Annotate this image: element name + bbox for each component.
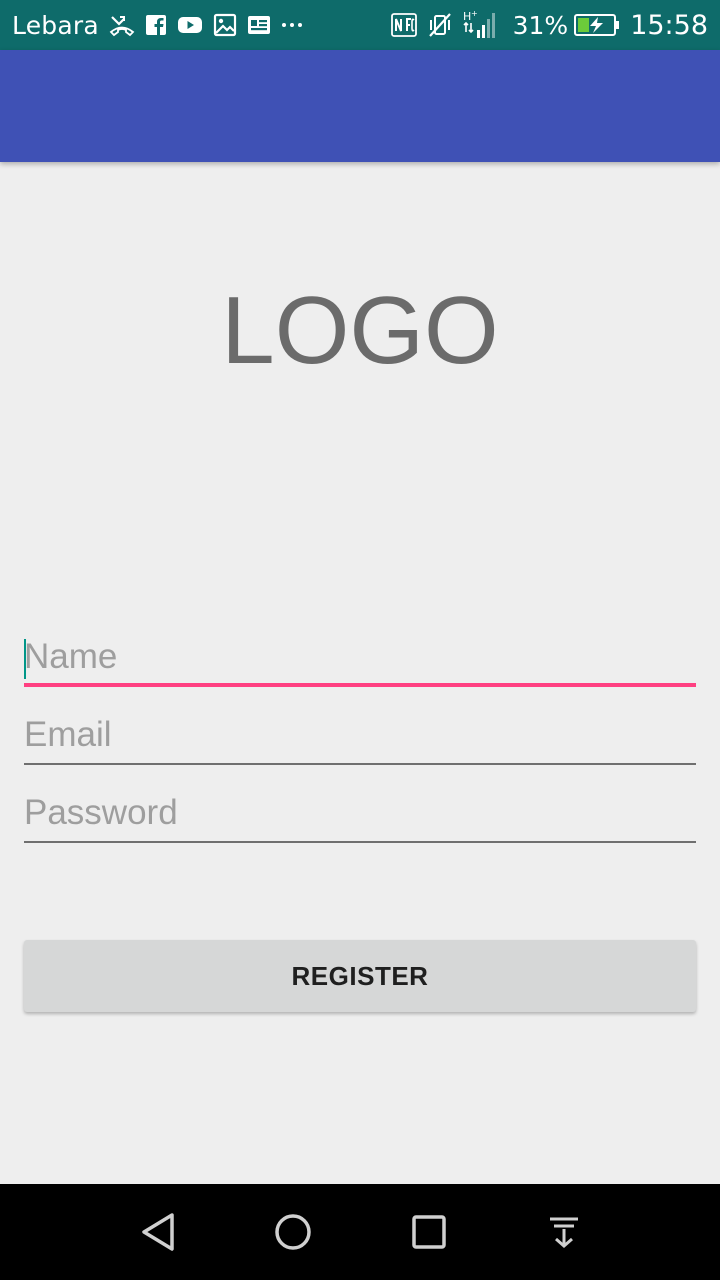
vibrate-off-icon — [427, 12, 453, 38]
signal-icon: H + — [463, 10, 499, 40]
name-field-underline — [24, 683, 696, 687]
image-icon — [213, 13, 237, 37]
name-field[interactable]: Name — [24, 627, 696, 687]
missed-call-icon — [109, 13, 135, 37]
carrier-name: Lebara — [12, 10, 99, 40]
register-button[interactable]: REGISTER — [24, 940, 696, 1012]
name-placeholder: Name — [24, 637, 118, 676]
status-bar: Lebara H + 31% 15:58 — [0, 0, 720, 50]
clock: 15:58 — [630, 9, 708, 41]
nfc-icon — [390, 13, 417, 37]
status-bar-right: H + 31% 15:58 — [381, 0, 708, 50]
notification-pulldown-icon[interactable] — [540, 1208, 588, 1256]
back-icon[interactable] — [134, 1208, 182, 1256]
news-icon — [247, 14, 271, 36]
email-field-underline — [24, 763, 696, 765]
email-field[interactable]: Email — [24, 705, 696, 765]
email-placeholder: Email — [24, 715, 112, 754]
more-icon — [281, 21, 303, 29]
navigation-bar — [0, 1184, 720, 1280]
battery-percent: 31% — [512, 10, 569, 40]
youtube-icon — [177, 15, 203, 35]
recents-icon[interactable] — [405, 1208, 453, 1256]
password-placeholder: Password — [24, 793, 178, 832]
logo-text: LOGO — [221, 277, 499, 384]
svg-text:+: + — [471, 10, 478, 18]
password-field[interactable]: Password — [24, 783, 696, 843]
app-bar — [0, 50, 720, 162]
password-field-underline — [24, 841, 696, 843]
battery-charging-icon — [574, 13, 620, 37]
home-icon[interactable] — [269, 1208, 317, 1256]
facebook-icon — [145, 14, 167, 36]
status-bar-left: Lebara — [12, 0, 303, 50]
